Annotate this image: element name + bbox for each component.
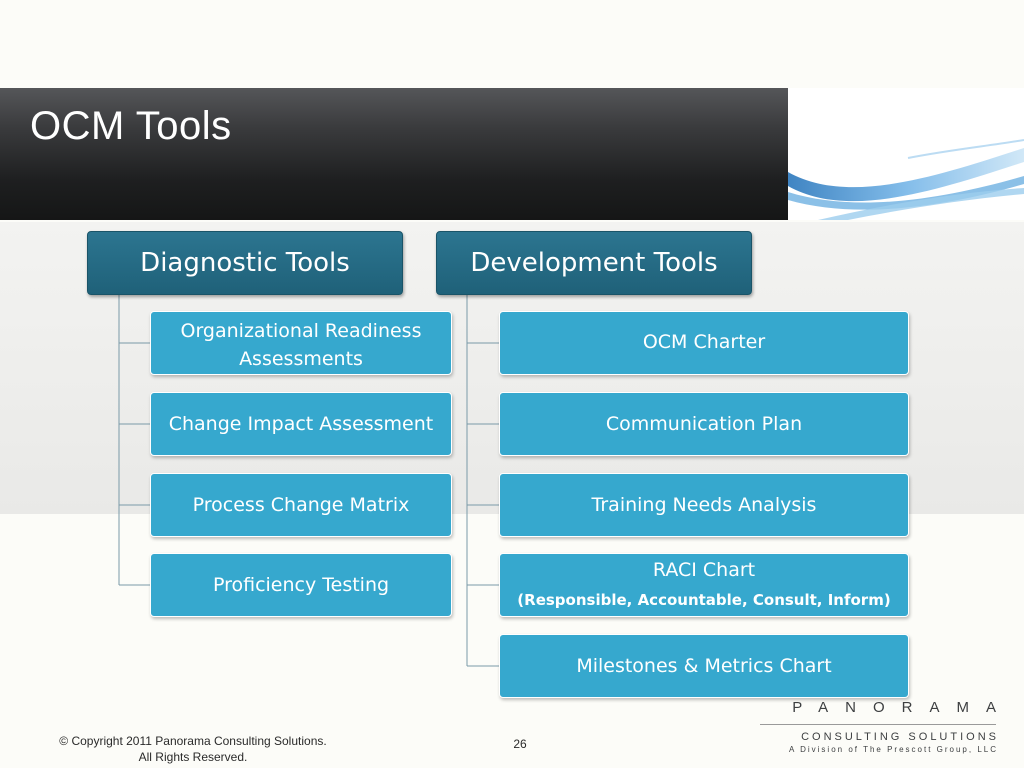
node-label: Communication Plan: [605, 413, 803, 435]
node-proficiency-testing: Proficiency Testing: [150, 553, 452, 617]
node-process-change-matrix: Process Change Matrix: [150, 473, 452, 537]
copyright-notice: © Copyright 2011 Panorama Consulting Sol…: [30, 733, 356, 765]
development-tools-header-label: Development Tools: [470, 248, 718, 278]
page-number: 26: [513, 737, 527, 751]
node-label-line: Assessments: [239, 348, 363, 370]
node-label: Process Change Matrix: [192, 494, 410, 516]
node-organizational-readiness-assessments: Organizational Readiness Assessments: [150, 311, 452, 375]
copyright-line: All Rights Reserved.: [138, 750, 248, 764]
node-raci-chart: RACI Chart (Responsible, Accountable, Co…: [499, 553, 909, 617]
node-milestones-metrics-chart: Milestones & Metrics Chart: [499, 634, 909, 698]
node-label: OCM Charter: [642, 331, 766, 353]
diagnostic-tools-header: Diagnostic Tools: [87, 231, 403, 295]
node-training-needs-analysis: Training Needs Analysis: [499, 473, 909, 537]
panorama-logo: PANORAMA CONSULTING SOLUTIONS A Division…: [760, 700, 996, 756]
development-tools-header: Development Tools: [436, 231, 752, 295]
logo-division: A Division of The Prescott Group, LLC: [788, 745, 998, 754]
node-change-impact-assessment: Change Impact Assessment: [150, 392, 452, 456]
logo-name: PANORAMA: [792, 699, 1013, 716]
node-label: Proficiency Testing: [212, 574, 390, 596]
node-label: RACI Chart: [652, 559, 756, 581]
logo-divider: [760, 724, 996, 725]
diagnostic-tools-header-label: Diagnostic Tools: [140, 248, 350, 278]
node-label-line: Organizational Readiness: [180, 320, 422, 342]
node-ocm-charter: OCM Charter: [499, 311, 909, 375]
node-label: Change Impact Assessment: [168, 413, 434, 435]
node-detail: (Responsible, Accountable, Consult, Info…: [517, 591, 891, 609]
node-communication-plan: Communication Plan: [499, 392, 909, 456]
copyright-line: © Copyright 2011 Panorama Consulting Sol…: [59, 734, 327, 748]
node-label: Training Needs Analysis: [591, 494, 817, 516]
logo-tagline: CONSULTING SOLUTIONS: [801, 731, 999, 743]
node-label: Milestones & Metrics Chart: [576, 655, 832, 677]
